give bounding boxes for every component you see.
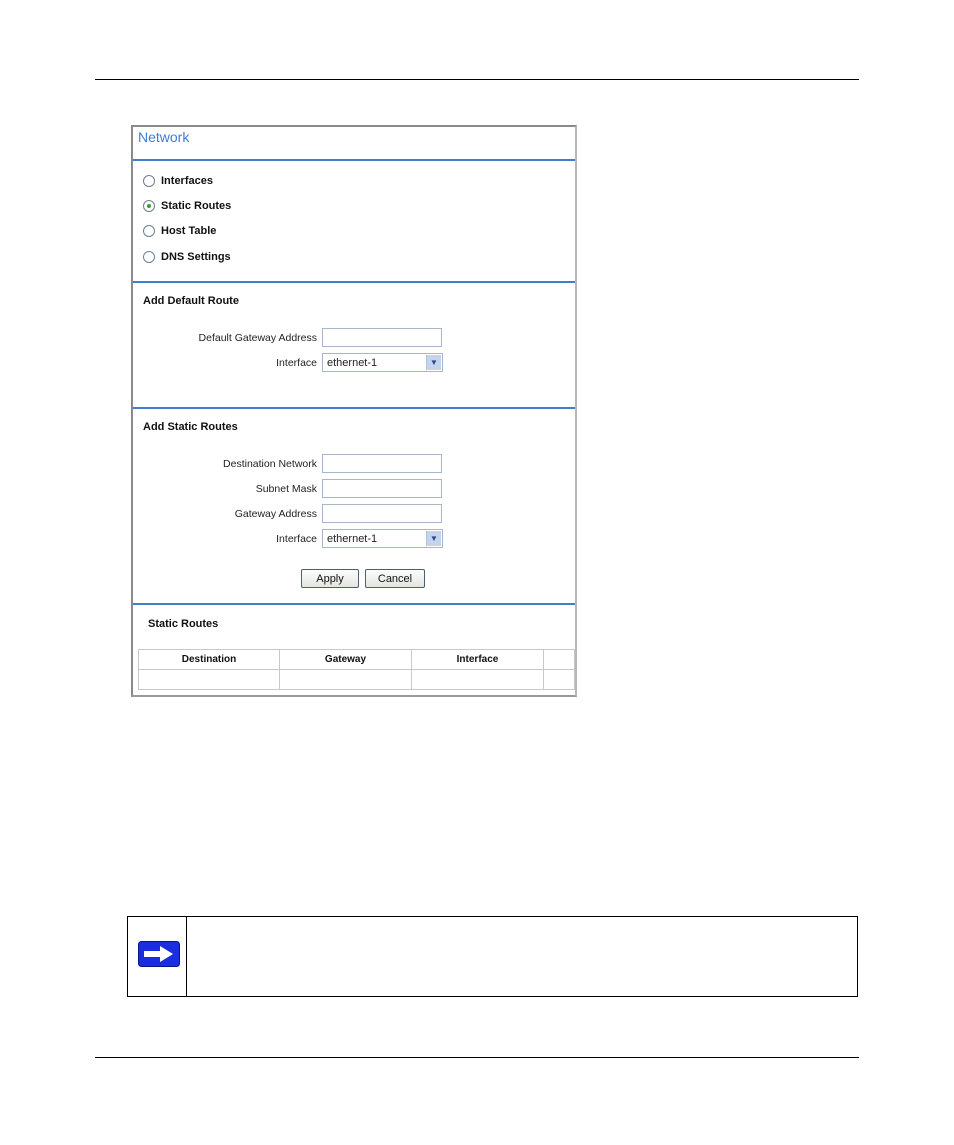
table-header-row: Destination Gateway Interface bbox=[138, 649, 575, 670]
column-header-action bbox=[543, 649, 575, 670]
apply-button[interactable]: Apply bbox=[301, 569, 359, 588]
interface-label: Interface bbox=[276, 532, 317, 545]
interface-row: Interface ethernet-1 ▼ bbox=[133, 529, 453, 548]
destination-row: Destination Network bbox=[133, 454, 453, 473]
gateway-row: Gateway Address bbox=[133, 504, 453, 523]
radio-interfaces[interactable]: Interfaces bbox=[143, 175, 213, 187]
default-gateway-input[interactable] bbox=[322, 328, 442, 347]
footer-rule bbox=[95, 1057, 859, 1058]
divider bbox=[133, 407, 575, 409]
divider bbox=[133, 159, 575, 161]
note-divider bbox=[186, 917, 187, 996]
default-interface-select[interactable]: ethernet-1 ▼ bbox=[322, 353, 443, 372]
header-rule bbox=[95, 79, 859, 80]
static-routes-table: Destination Gateway Interface bbox=[138, 649, 575, 690]
default-interface-row: Interface ethernet-1 ▼ bbox=[133, 353, 453, 372]
radio-button-selected-icon[interactable] bbox=[143, 200, 155, 212]
destination-input[interactable] bbox=[322, 454, 442, 473]
divider bbox=[133, 603, 575, 605]
subnet-row: Subnet Mask bbox=[133, 479, 453, 498]
chevron-down-icon[interactable]: ▼ bbox=[426, 531, 441, 546]
column-header-gateway: Gateway bbox=[279, 649, 412, 670]
default-interface-label: Interface bbox=[276, 356, 317, 369]
gateway-input[interactable] bbox=[322, 504, 442, 523]
note-box bbox=[127, 916, 858, 997]
radio-button-icon[interactable] bbox=[143, 225, 155, 237]
divider bbox=[133, 281, 575, 283]
cell-destination bbox=[138, 669, 280, 690]
interface-select[interactable]: ethernet-1 ▼ bbox=[322, 529, 443, 548]
default-gateway-label: Default Gateway Address bbox=[198, 331, 317, 344]
radio-dns-settings[interactable]: DNS Settings bbox=[143, 251, 231, 263]
add-default-route-title: Add Default Route bbox=[143, 295, 239, 307]
chevron-down-icon[interactable]: ▼ bbox=[426, 355, 441, 370]
subnet-label: Subnet Mask bbox=[255, 482, 317, 495]
column-header-destination: Destination bbox=[138, 649, 280, 670]
table-row bbox=[138, 669, 575, 690]
static-routes-title: Static Routes bbox=[148, 618, 219, 630]
radio-label: Host Table bbox=[161, 225, 217, 237]
destination-label: Destination Network bbox=[223, 457, 317, 470]
cell-gateway bbox=[279, 669, 412, 690]
panel-title: Network bbox=[138, 129, 190, 145]
arrow-right-icon bbox=[138, 941, 180, 967]
gateway-label: Gateway Address bbox=[234, 507, 317, 520]
network-panel: Network Interfaces Static Routes Host Ta… bbox=[131, 125, 577, 697]
add-static-routes-title: Add Static Routes bbox=[143, 421, 238, 433]
radio-label: Static Routes bbox=[161, 200, 232, 212]
cell-interface bbox=[411, 669, 544, 690]
select-value: ethernet-1 bbox=[327, 532, 378, 545]
select-value: ethernet-1 bbox=[327, 356, 378, 369]
radio-button-icon[interactable] bbox=[143, 175, 155, 187]
default-gateway-row: Default Gateway Address bbox=[133, 328, 453, 347]
radio-label: DNS Settings bbox=[161, 251, 231, 263]
subnet-input[interactable] bbox=[322, 479, 442, 498]
column-header-interface: Interface bbox=[411, 649, 544, 670]
radio-static-routes[interactable]: Static Routes bbox=[143, 200, 231, 212]
radio-label: Interfaces bbox=[161, 175, 213, 187]
radio-host-table[interactable]: Host Table bbox=[143, 225, 216, 237]
cancel-button[interactable]: Cancel bbox=[365, 569, 425, 588]
cell-action bbox=[543, 669, 575, 690]
radio-button-icon[interactable] bbox=[143, 251, 155, 263]
